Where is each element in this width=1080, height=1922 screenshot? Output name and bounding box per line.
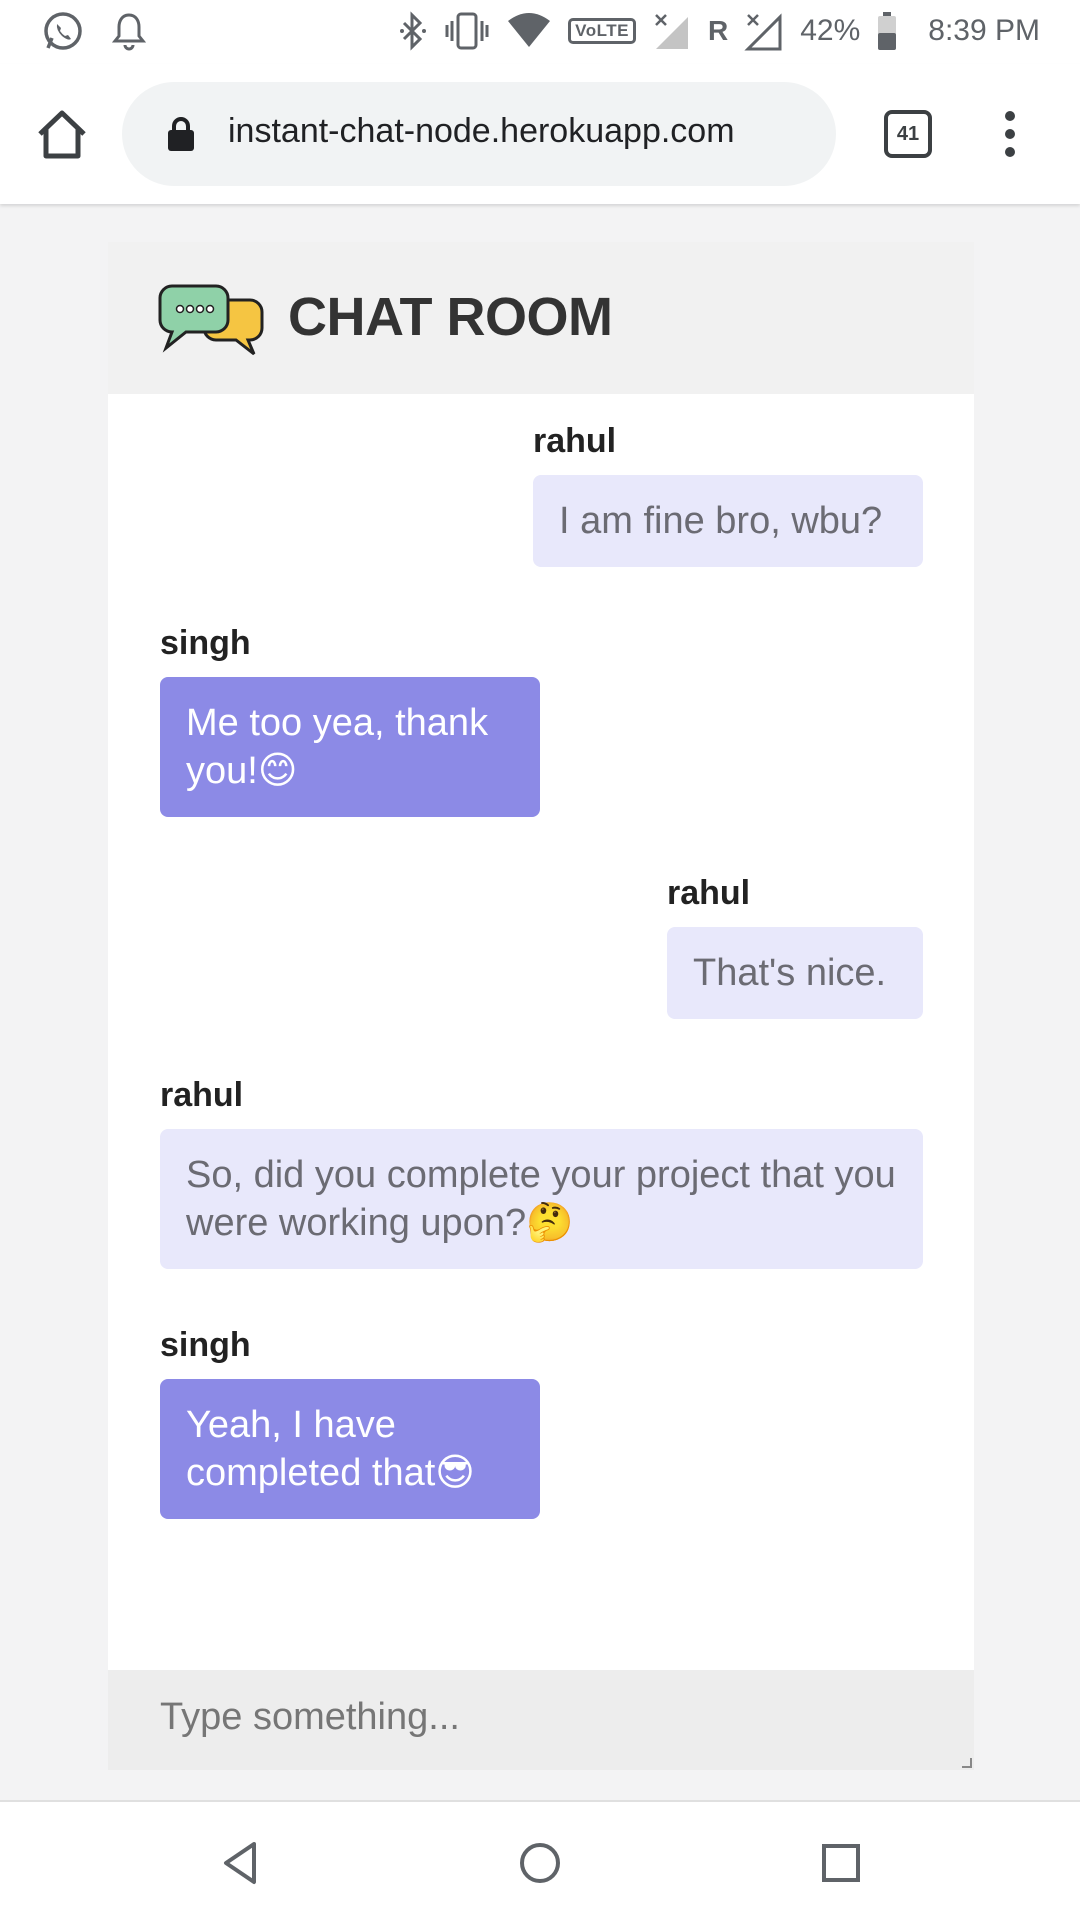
message: singh Me too yea, thank you!😊 bbox=[160, 624, 540, 817]
signal-icon bbox=[744, 11, 784, 51]
resize-handle[interactable] bbox=[962, 1758, 972, 1768]
message-sender: rahul bbox=[533, 422, 617, 460]
clock: 8:39 PM bbox=[928, 14, 1040, 47]
battery-percent: 42% bbox=[800, 14, 861, 47]
home-icon bbox=[38, 110, 86, 159]
tab-switcher-button[interactable]: 41 bbox=[884, 110, 932, 158]
bluetooth-icon bbox=[398, 11, 428, 51]
vibrate-icon bbox=[444, 11, 490, 51]
chat-header: CHAT ROOM bbox=[108, 242, 974, 394]
back-button[interactable] bbox=[216, 1838, 266, 1888]
message-bubble: I am fine bro, wbu? bbox=[533, 475, 923, 567]
message-sender: singh bbox=[160, 1326, 251, 1364]
message-bubble: That's nice. bbox=[667, 927, 923, 1019]
battery-icon bbox=[876, 11, 898, 51]
roaming-indicator: R bbox=[707, 15, 729, 46]
system-nav-bar bbox=[0, 1800, 1080, 1922]
chat-bubbles-icon bbox=[158, 284, 264, 356]
lock-icon bbox=[168, 117, 194, 151]
message-bubble: Yeah, I have completed that😎 bbox=[160, 1379, 540, 1519]
url-text: instant-chat-node.herokuapp.com bbox=[228, 112, 735, 150]
home-nav-button[interactable] bbox=[515, 1838, 565, 1888]
chat-room-card: CHAT ROOM rahul I am fine bro, wbu? sing… bbox=[108, 242, 974, 1770]
message: singh Yeah, I have completed that😎 bbox=[160, 1326, 540, 1519]
message-sender: singh bbox=[160, 624, 251, 662]
more-vert-icon bbox=[1005, 111, 1015, 157]
recents-icon bbox=[822, 1844, 860, 1882]
back-icon bbox=[224, 1842, 256, 1884]
message: rahul That's nice. bbox=[667, 874, 923, 1019]
recents-button[interactable] bbox=[816, 1838, 866, 1888]
overflow-menu-button[interactable] bbox=[998, 108, 1022, 160]
browser-toolbar: instant-chat-node.herokuapp.com 41 bbox=[0, 64, 1080, 204]
home-button[interactable] bbox=[34, 106, 90, 162]
home-circle-icon bbox=[520, 1843, 560, 1883]
message-input[interactable] bbox=[108, 1670, 974, 1770]
message-bubble: Me too yea, thank you!😊 bbox=[160, 677, 540, 817]
message-sender: rahul bbox=[667, 874, 751, 912]
message: rahul So, did you complete your project … bbox=[160, 1076, 923, 1269]
wifi-icon bbox=[506, 11, 552, 51]
chat-title: CHAT ROOM bbox=[288, 287, 613, 347]
volte-badge: VoLTE bbox=[568, 18, 636, 44]
signal-icon bbox=[652, 11, 692, 51]
address-bar[interactable]: instant-chat-node.herokuapp.com bbox=[122, 82, 836, 186]
whatsapp-icon bbox=[42, 10, 84, 52]
message-sender: rahul bbox=[160, 1076, 244, 1114]
message: rahul I am fine bro, wbu? bbox=[533, 422, 923, 567]
message-bubble: So, did you complete your project that y… bbox=[160, 1129, 923, 1269]
bell-icon bbox=[112, 11, 146, 51]
status-bar: VoLTE R 42% 8:39 PM bbox=[0, 0, 1080, 64]
